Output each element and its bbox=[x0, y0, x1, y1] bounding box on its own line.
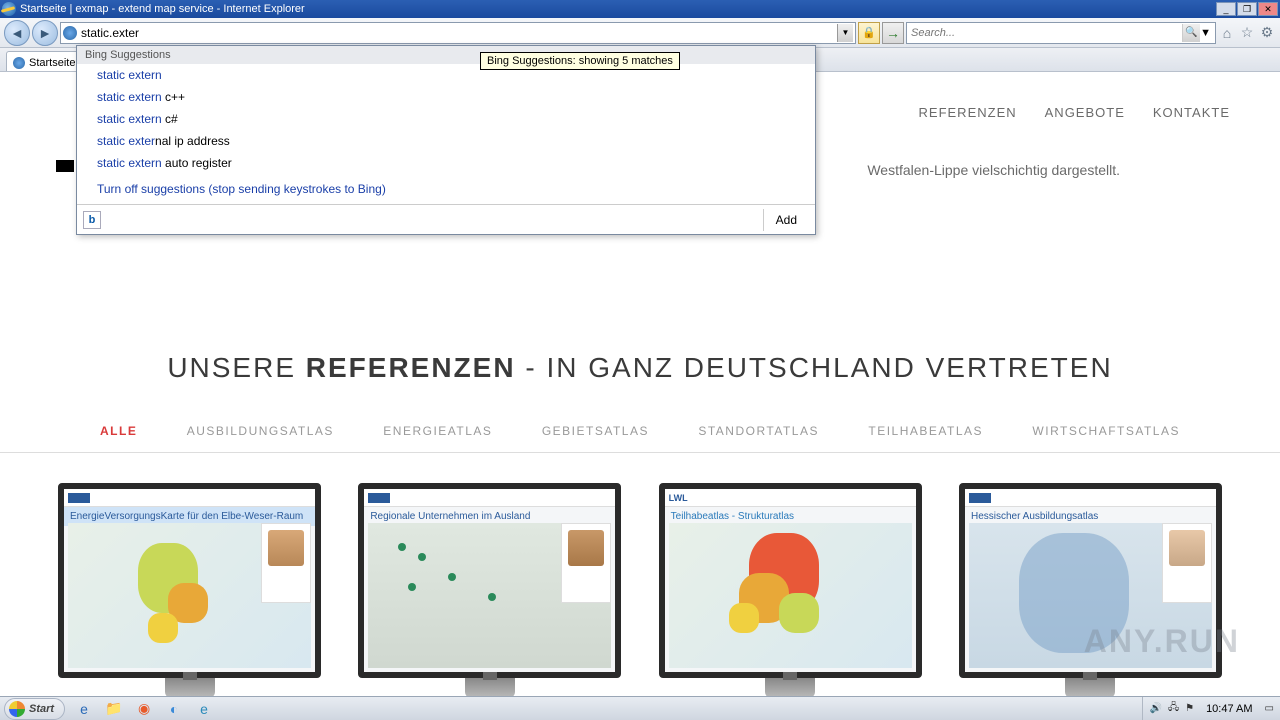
browser-tab[interactable]: Startseite bbox=[6, 51, 86, 71]
reference-card[interactable]: Hessischer Ausbildungsatlas bbox=[959, 483, 1222, 696]
suggestion-item[interactable]: static external ip address bbox=[77, 130, 815, 152]
taskbar-ie-icon[interactable]: e bbox=[73, 700, 95, 718]
logo-fragment bbox=[56, 160, 74, 172]
tray-volume-icon[interactable]: 🔊 bbox=[1149, 703, 1161, 714]
suggestion-item[interactable]: static extern c++ bbox=[77, 86, 815, 108]
tray-flag-icon[interactable]: ⚑ bbox=[1185, 703, 1194, 714]
taskbar-app-icon[interactable]: ◉ bbox=[133, 700, 155, 718]
site-favicon-icon bbox=[63, 26, 77, 40]
address-input[interactable] bbox=[81, 24, 837, 42]
window-title: Startseite | exmap - extend map service … bbox=[20, 3, 1215, 15]
reference-card[interactable]: Regionale Unternehmen im Ausland bbox=[358, 483, 621, 696]
windows-taskbar: Start e 📁 ◉ ◐ e 🔊 🖧 ⚑ 10:47 AM ▭ bbox=[0, 696, 1280, 720]
turn-off-suggestions-link[interactable]: Turn off suggestions (stop sending keyst… bbox=[77, 174, 815, 204]
maximize-button[interactable]: ❐ bbox=[1237, 2, 1257, 16]
reference-card[interactable]: LWL Teilhabeatlas - Strukturatlas bbox=[659, 483, 922, 696]
hero-snippet-text: Westfalen-Lippe vielschichtig dargestell… bbox=[867, 162, 1120, 178]
section-heading: UNSERE REFERENZEN - IN GANZ DEUTSCHLAND … bbox=[0, 352, 1280, 384]
windows-orb-icon bbox=[9, 701, 25, 717]
security-lock-icon[interactable]: 🔒 bbox=[858, 22, 880, 44]
minimize-button[interactable]: _ bbox=[1216, 2, 1236, 16]
window-titlebar: Startseite | exmap - extend map service … bbox=[0, 0, 1280, 18]
filter-wirtschaft[interactable]: WIRTSCHAFTSATLAS bbox=[1032, 424, 1180, 438]
filter-ausbildung[interactable]: AUSBILDUNGSATLAS bbox=[187, 424, 334, 438]
watermark: ANY.RUN bbox=[1084, 623, 1240, 660]
address-suggestions-popup: Bing Suggestions static extern static ex… bbox=[76, 45, 816, 235]
suggestions-footer: b Add bbox=[77, 204, 815, 234]
suggestion-item[interactable]: static extern c# bbox=[77, 108, 815, 130]
ie-icon bbox=[2, 2, 16, 16]
browser-toolbar: ◄ ► ▼ 🔒 → 🔍 ▼ ⌂ ☆ ⚙ bbox=[0, 18, 1280, 48]
system-tray: 🔊 🖧 ⚑ 10:47 AM ▭ bbox=[1142, 697, 1280, 720]
search-box[interactable]: 🔍 ▼ bbox=[906, 22, 1216, 44]
favorites-icon[interactable]: ☆ bbox=[1238, 24, 1256, 42]
tab-label: Startseite bbox=[29, 57, 75, 69]
search-dropdown[interactable]: ▼ bbox=[1200, 27, 1211, 39]
filter-tabs: ALLE AUSBILDUNGSATLAS ENERGIEATLAS GEBIE… bbox=[0, 424, 1280, 453]
tools-icon[interactable]: ⚙ bbox=[1258, 24, 1276, 42]
home-icon[interactable]: ⌂ bbox=[1218, 24, 1236, 42]
suggestions-tooltip: Bing Suggestions: showing 5 matches bbox=[480, 52, 680, 70]
search-input[interactable] bbox=[911, 27, 1182, 39]
bing-icon[interactable]: b bbox=[83, 211, 101, 229]
forward-button[interactable]: ► bbox=[32, 20, 58, 46]
filter-gebiet[interactable]: GEBIETSATLAS bbox=[542, 424, 649, 438]
tray-network-icon[interactable]: 🖧 bbox=[1168, 700, 1179, 717]
filter-energie[interactable]: ENERGIEATLAS bbox=[383, 424, 492, 438]
taskbar-edge-icon[interactable]: e bbox=[193, 700, 215, 718]
close-button[interactable]: ✕ bbox=[1258, 2, 1278, 16]
taskbar-clock[interactable]: 10:47 AM bbox=[1200, 703, 1258, 715]
tab-favicon-icon bbox=[13, 57, 25, 69]
suggestion-item[interactable]: static extern bbox=[77, 64, 815, 86]
reference-card[interactable]: EnergieVersorgungsKarte für den Elbe-Wes… bbox=[58, 483, 321, 696]
nav-kontakte[interactable]: KONTAKTE bbox=[1153, 105, 1230, 120]
taskbar-explorer-icon[interactable]: 📁 bbox=[103, 700, 125, 718]
filter-standort[interactable]: STANDORTATLAS bbox=[698, 424, 819, 438]
nav-referenzen[interactable]: REFERENZEN bbox=[919, 105, 1017, 120]
address-bar[interactable]: ▼ bbox=[60, 22, 856, 44]
taskbar-app-icon[interactable]: ◐ bbox=[163, 700, 185, 718]
address-dropdown-button[interactable]: ▼ bbox=[837, 24, 853, 42]
suggestions-header: Bing Suggestions bbox=[77, 46, 815, 64]
tray-show-desktop[interactable]: ▭ bbox=[1265, 703, 1274, 714]
nav-angebote[interactable]: ANGEBOTE bbox=[1045, 105, 1125, 120]
start-button[interactable]: Start bbox=[4, 698, 65, 720]
back-button[interactable]: ◄ bbox=[4, 20, 30, 46]
search-button[interactable]: 🔍 bbox=[1182, 24, 1200, 42]
go-button[interactable]: → bbox=[882, 22, 904, 44]
filter-alle[interactable]: ALLE bbox=[100, 424, 137, 438]
add-provider-button[interactable]: Add bbox=[763, 209, 809, 231]
suggestion-item[interactable]: static extern auto register bbox=[77, 152, 815, 174]
filter-teilhabe[interactable]: TEILHABEATLAS bbox=[868, 424, 983, 438]
